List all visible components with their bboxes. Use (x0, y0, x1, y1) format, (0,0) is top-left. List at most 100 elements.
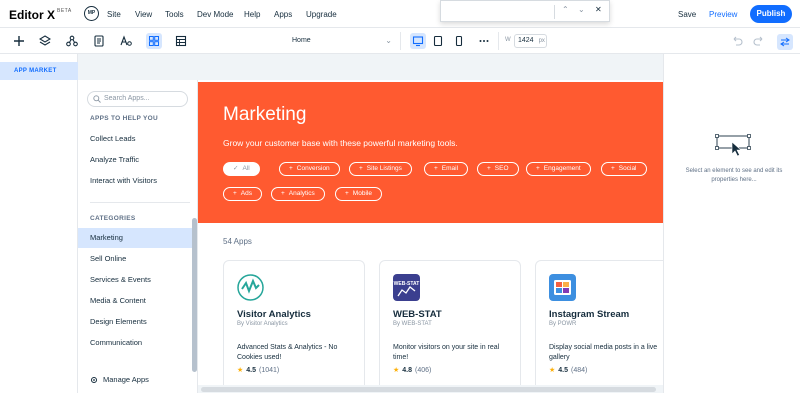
left-panel: APP MARKET (0, 54, 78, 393)
app-rating: ★ 4.5 (484) (549, 367, 588, 374)
menu-dev-mode[interactable]: Dev Mode (197, 10, 233, 19)
filter-chip-email[interactable]: + Email (424, 162, 469, 176)
menu-tools[interactable]: Tools (165, 10, 184, 19)
sidebar-item-communication[interactable]: Communication (78, 333, 193, 353)
top-menu-bar: Editor X BETA MP Site View Tools Dev Mode… (0, 0, 800, 28)
editor-logo[interactable]: Editor X BETA (9, 8, 72, 22)
app-developer: By POWR (549, 321, 577, 327)
sidebar-item-interact[interactable]: Interact with Visitors (78, 171, 193, 191)
sidebar-item-collect-leads[interactable]: Collect Leads (78, 129, 193, 149)
filter-chip-all[interactable]: ✓ All (223, 162, 260, 176)
visitor-analytics-logo (237, 274, 264, 301)
undo-icon[interactable] (729, 33, 745, 49)
chevron-down-icon: ⌄ (385, 36, 392, 45)
star-icon: ★ (393, 367, 400, 374)
filter-chip-seo[interactable]: + SEO (477, 162, 519, 176)
publish-button[interactable]: Publish (750, 5, 792, 23)
width-input[interactable]: 1424 px (514, 34, 547, 48)
app-card-visitor-analytics[interactable]: Visitor Analytics By Visitor Analytics A… (223, 260, 365, 393)
more-icon[interactable] (476, 33, 492, 49)
select-element-illustration (715, 134, 751, 157)
page-selector[interactable]: Home ⌄ (286, 33, 396, 49)
add-icon[interactable] (11, 33, 27, 49)
popup-divider (554, 5, 555, 19)
pages-icon[interactable] (91, 33, 107, 49)
star-icon: ★ (549, 367, 556, 374)
app-card-web-stat[interactable]: WEB-STAT WEB-STAT By WEB-STAT Monitor vi… (379, 260, 521, 393)
canvas-margin (78, 54, 664, 80)
filter-chip-mobile[interactable]: + Mobile (335, 187, 382, 201)
connect-icon[interactable] (64, 33, 80, 49)
app-market-tab[interactable]: APP MARKET (0, 62, 78, 80)
filter-chip-conversion[interactable]: + Conversion (279, 162, 340, 176)
preview-button[interactable]: Preview (709, 10, 737, 19)
app-rating: ★ 4.8 (406) (393, 367, 432, 374)
menu-upgrade[interactable]: Upgrade (306, 10, 337, 19)
sidebar-item-media-content[interactable]: Media & Content (78, 291, 193, 311)
instagram-stream-logo (549, 274, 576, 301)
toolbar-divider (498, 32, 499, 50)
app-market-content: Marketing Grow your customer base with t… (198, 80, 663, 393)
sidebar-item-marketing[interactable]: Marketing (78, 228, 193, 248)
tablet-icon[interactable] (430, 33, 446, 49)
horizontal-scrollbar[interactable] (198, 385, 663, 393)
sidebar-item-sell-online[interactable]: Sell Online (78, 249, 193, 269)
filter-chip-analytics[interactable]: + Analytics (271, 187, 325, 201)
inspector-empty-message: Select an element to see and edit its pr… (685, 168, 783, 183)
sidebar-scrollbar[interactable] (192, 218, 197, 372)
section-title-categories: CATEGORIES (90, 215, 136, 222)
star-icon: ★ (237, 367, 244, 374)
app-description: Advanced Stats & Analytics - No Cookies … (237, 344, 338, 361)
site-avatar[interactable]: MP (84, 6, 99, 21)
save-button[interactable]: Save (678, 10, 696, 19)
chevron-up-icon[interactable]: ⌃ (562, 5, 569, 14)
menu-site[interactable]: Site (107, 10, 121, 19)
chevron-down-icon[interactable]: ⌄ (578, 5, 585, 14)
search-icon (93, 95, 101, 103)
category-hero: Marketing Grow your customer base with t… (198, 82, 663, 223)
app-name: Instagram Stream (549, 309, 630, 320)
editor-toolbar: Home ⌄ W 1424 px (0, 28, 800, 54)
app-name: WEB-STAT (393, 309, 442, 320)
desktop-icon[interactable] (410, 33, 426, 49)
app-developer: By Visitor Analytics (237, 321, 288, 327)
category-subtitle: Grow your customer base with these power… (223, 138, 458, 148)
filter-chip-ads[interactable]: + Ads (223, 187, 262, 201)
app-description: Monitor visitors on your site in real ti… (393, 344, 500, 361)
section-title-help: APPS TO HELP YOU (90, 115, 159, 122)
search-input[interactable]: Search Apps... (87, 91, 188, 107)
gear-icon (91, 377, 97, 384)
scrollbar-thumb[interactable] (201, 387, 656, 392)
filter-chip-site-listings[interactable]: + Site Listings (349, 162, 412, 176)
grid-icon[interactable] (146, 33, 162, 49)
manage-apps-button[interactable]: Manage Apps (90, 375, 149, 384)
inspector-toggle-icon[interactable] (777, 34, 793, 50)
app-rating: ★ 4.5 (1041) (237, 367, 280, 374)
toolbar-divider (400, 32, 401, 50)
apps-count: 54 Apps (223, 237, 252, 246)
menu-view[interactable]: View (135, 10, 152, 19)
check-icon: ✓ (233, 165, 239, 172)
layers-icon[interactable] (37, 33, 53, 49)
table-icon[interactable] (173, 33, 189, 49)
app-description: Display social media posts in a live gal… (549, 344, 658, 361)
close-icon[interactable]: ✕ (595, 5, 602, 14)
sidebar-item-design-elements[interactable]: Design Elements (78, 312, 193, 332)
category-title: Marketing (223, 104, 307, 125)
filter-chip-social[interactable]: + Social (601, 162, 647, 176)
width-label: W (505, 37, 511, 43)
web-stat-logo: WEB-STAT (393, 274, 420, 301)
text-style-icon[interactable] (118, 33, 134, 49)
app-card-instagram-stream[interactable]: Instagram Stream By POWR Display social … (535, 260, 663, 393)
redo-icon[interactable] (751, 33, 767, 49)
sidebar-divider (90, 202, 190, 203)
menu-apps[interactable]: Apps (274, 10, 292, 19)
sidebar-item-services-events[interactable]: Services & Events (78, 270, 193, 290)
inspector-panel: Select an element to see and edit its pr… (663, 34, 800, 393)
menu-help[interactable]: Help (244, 10, 260, 19)
filter-chip-engagement[interactable]: + Engagement (526, 162, 591, 176)
app-market-sidebar: Search Apps... APPS TO HELP YOU Collect … (78, 80, 198, 393)
svg-text:WEB-STAT: WEB-STAT (394, 281, 420, 287)
mobile-icon[interactable] (451, 33, 467, 49)
sidebar-item-analyze-traffic[interactable]: Analyze Traffic (78, 150, 193, 170)
